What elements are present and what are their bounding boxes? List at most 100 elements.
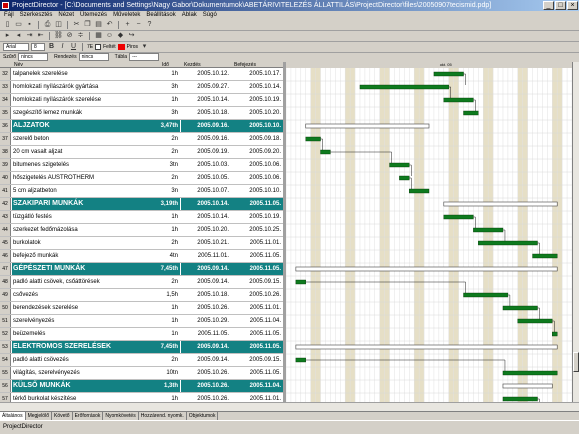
save-icon[interactable]: ▪ [25,21,34,29]
task-row[interactable]: 49 csővezés 1,5h 2005.10.18. 2005.10.26. [0,289,283,302]
print-icon[interactable]: ⎙ [43,21,52,29]
vertical-scrollbar[interactable] [572,62,579,402]
close-button[interactable]: × [567,1,578,10]
insert-task-icon[interactable]: ▸ [3,32,12,40]
task-start: 2005.10.29. [197,318,229,324]
tab-assignment-tracking[interactable]: Hozzárend. nyomk. [139,412,187,420]
menu-edit[interactable]: Szerkesztés [20,11,53,20]
task-duration: 1h [171,305,178,311]
tab-objects[interactable]: Objektumok [187,412,219,420]
row-number: 49 [0,289,11,301]
font-size-select[interactable]: 8 [31,43,45,51]
task-start: 2005.10.20. [197,227,229,233]
view-select[interactable]: --- [129,53,160,61]
calendar-icon[interactable]: ▦ [94,32,103,40]
order-select[interactable]: nincs [78,53,109,61]
task-name: tüzgátló festés [13,214,52,220]
task-row[interactable]: 54 padló alatti csövezés 2n 2005.09.14. 2005… [0,354,283,367]
task-duration: 3,19th [152,198,180,210]
zoom-in-icon[interactable]: + [123,21,132,29]
task-row[interactable]: 35 szegészítő lemez munkák 3h 2005.10.18. 20… [0,107,283,120]
weekend-column [384,68,390,402]
task-row[interactable]: 38 20 cm vasalt aljzat 2n 2005.09.19. 2005.0… [0,146,283,159]
summary-task-row[interactable]: 56 KÜLSŐ MUNKÁK 1,3th 2005.10.26. 2005.11.04… [0,380,283,393]
task-end: 2005.10.19. [249,214,281,220]
tab-successors[interactable]: Követő [52,412,73,420]
bold-icon[interactable]: B [47,43,56,51]
sort-select[interactable]: nincs [18,53,49,61]
task-duration: 2n [171,149,178,155]
task-row[interactable]: 52 beüzemelés 1n 2005.11.05. 2005.11.05. [0,328,283,341]
summary-task-row[interactable]: 53 ELEKTROMOS SZERELÉSEK 7,45th 2005.09.14.… [0,341,283,354]
open-folder-icon[interactable]: ▭ [14,21,23,29]
task-row[interactable]: 55 világítás, szerelvényezés 10tn 2005.10.2… [0,367,283,380]
summary-bar [443,201,558,207]
paste-icon[interactable]: ▤ [94,21,103,29]
menu-settings[interactable]: Beállítások [146,11,175,20]
summary-task-row[interactable]: 36 ALJZATOK 3,47th 2005.09.16. 2005.10.10. [0,120,283,133]
menu-help[interactable]: Súgó [203,11,217,20]
task-row[interactable]: 45 burkolatok 2h 2005.10.21. 2005.11.01. [0,237,283,250]
task-row[interactable]: 48 padló alatti csövek, csőáttörések 2n 200… [0,276,283,289]
cut-icon[interactable]: ✂ [72,21,81,29]
vertical-scroll-thumb[interactable] [573,352,579,372]
task-row[interactable]: 32 talpanelek szerelése 1h 2005.10.12. 2005.… [0,68,283,81]
task-name: befejező munkák [13,253,59,259]
task-row[interactable]: 44 szerkezet fedőmázolása 1h 2005.10.20. 200… [0,224,283,237]
tab-tracking[interactable]: Nyomkövetés [103,412,139,420]
indent-icon[interactable]: ⇥ [25,32,34,40]
font-size-label-2[interactable]: 7E [87,43,93,51]
task-row[interactable]: 51 szerelvényezés 1h 2005.10.29. 2005.11.04. [0,315,283,328]
delete-task-icon[interactable]: ◂ [14,32,23,40]
filter-checkbox[interactable] [95,44,102,50]
underline-icon[interactable]: U [69,43,78,51]
unlink-tasks-icon[interactable]: ⊘ [65,32,74,40]
dependency-arrow [409,164,412,176]
menu-view[interactable]: Nézet [58,11,74,20]
new-file-icon[interactable]: ▯ [3,21,12,29]
minimize-button[interactable]: _ [543,1,554,10]
goto-task-icon[interactable]: ↪ [127,32,136,40]
link-tasks-icon[interactable]: ⛓ [54,32,63,40]
task-row[interactable]: 43 tüzgátló festés 1h 2005.10.14. 2005.10.19… [0,211,283,224]
resources-icon[interactable]: ☺ [105,32,114,40]
copy-icon[interactable]: ❐ [83,21,92,29]
task-row[interactable]: 34 homlokzati nyílászárók szerelése 1h 2005… [0,94,283,107]
color-swatch[interactable] [117,44,125,50]
italic-icon[interactable]: I [58,43,67,51]
dropdown-arrow-icon[interactable]: ▾ [140,43,149,51]
font-name-select[interactable]: Arial [3,43,29,51]
split-task-icon[interactable]: ≑ [76,32,85,40]
dependency-arrow [320,138,323,150]
tab-predecessors[interactable]: Megjelölő [26,412,52,420]
task-row[interactable]: 37 szerelő beton 2n 2005.09.16. 2005.09.18. [0,133,283,146]
task-row[interactable]: 57 térkő burkolat készítése 1h 2005.10.26. 2… [0,393,283,402]
task-row[interactable]: 50 berendezések szerelése 1h 2005.10.26. 200… [0,302,283,315]
task-name: hőszigetelés AUSTROTHERM [13,175,95,181]
print-preview-icon[interactable]: ◫ [54,21,63,29]
undo-icon[interactable]: ↶ [105,21,114,29]
task-row[interactable]: 46 befejező munkák 4tn 2005.11.01. 2005.11.0… [0,250,283,263]
task-bar [502,305,538,311]
maximize-button[interactable]: □ [555,1,566,10]
summary-task-row[interactable]: 47 GÉPÉSZETI MUNKÁK 7,45th 2005.09.14. 2005.… [0,263,283,276]
critical-path-icon[interactable]: ◆ [116,32,125,40]
task-start: 2005.10.26. [181,380,231,392]
menu-file[interactable]: Fájl [4,11,14,20]
task-row[interactable]: 40 hőszigetelés AUSTROTHERM 2n 2005.10.05. 2… [0,172,283,185]
window-controls: _ □ × [543,1,578,10]
tab-resources[interactable]: Erőforrások [73,412,104,420]
outdent-icon[interactable]: ⇤ [36,32,45,40]
horizontal-scrollbar[interactable] [0,402,579,411]
task-row[interactable]: 33 homlokzati nyílászárók gyártása 3h 2005.… [0,81,283,94]
menu-schedule[interactable]: Ütemezés [80,11,107,20]
menu-actions[interactable]: Műveletek [113,11,140,20]
task-row[interactable]: 39 bitumenes szigetelés 3tn 2005.10.03. 2005… [0,159,283,172]
menu-window[interactable]: Ablak [182,11,197,20]
summary-task-row[interactable]: 42 SZAKIPARI MUNKÁK 3,19th 2005.10.14. 2005.… [0,198,283,211]
help-icon[interactable]: ? [145,21,154,29]
task-row[interactable]: 41 5 cm aljzatbeton 3n 2005.10.07. 2005.10.1… [0,185,283,198]
tab-general[interactable]: Általános [0,412,26,420]
zoom-out-icon[interactable]: − [134,21,143,29]
task-end: 2005.11.01. [249,240,281,246]
